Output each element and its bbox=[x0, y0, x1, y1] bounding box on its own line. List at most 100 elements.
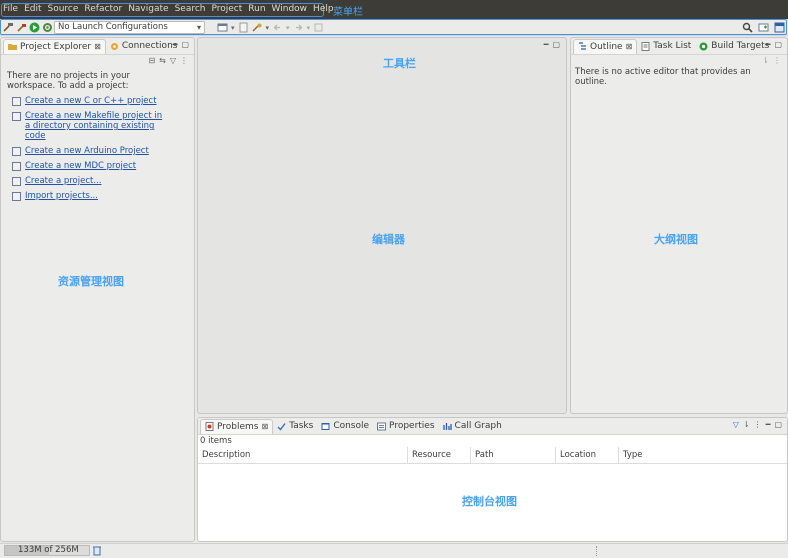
chevron-down-icon[interactable]: ▾ bbox=[286, 24, 290, 32]
menu-source[interactable]: Source bbox=[48, 4, 79, 14]
outline-icon bbox=[579, 42, 586, 50]
maximize-icon[interactable]: ▢ bbox=[774, 40, 782, 49]
editor-annotation: 编辑器 bbox=[372, 233, 405, 246]
minimize-icon[interactable]: ━ bbox=[544, 40, 549, 49]
maximize-icon[interactable]: ▢ bbox=[552, 40, 560, 49]
search-icon[interactable] bbox=[742, 22, 753, 33]
c-cpp-perspective-icon[interactable] bbox=[774, 22, 785, 33]
problems-icon bbox=[205, 422, 214, 431]
menubar-annotation: 菜单栏 bbox=[333, 7, 363, 18]
tab-task-list[interactable]: Task List bbox=[637, 39, 695, 54]
list-item: Create a new MDC project bbox=[7, 161, 188, 171]
menu-help[interactable]: Help bbox=[313, 4, 334, 14]
column-location[interactable]: Location bbox=[556, 447, 619, 463]
chevron-down-icon[interactable]: ▾ bbox=[231, 24, 235, 32]
call-graph-icon bbox=[442, 422, 452, 430]
create-makefile-project-link[interactable]: Create a new Makefile project in a direc… bbox=[25, 111, 165, 141]
view-menu-icon[interactable]: ⋮ bbox=[754, 420, 762, 429]
heap-status-label: 133M of 256M bbox=[18, 545, 79, 555]
menu-edit[interactable]: Edit bbox=[24, 4, 41, 14]
tab-properties[interactable]: Properties bbox=[373, 419, 438, 434]
trash-icon[interactable] bbox=[93, 545, 101, 556]
tab-connections[interactable]: Connections bbox=[106, 39, 182, 54]
run-icon[interactable] bbox=[29, 22, 40, 33]
menu-run[interactable]: Run bbox=[248, 4, 265, 14]
create-arduino-project-link[interactable]: Create a new Arduino Project bbox=[25, 146, 149, 156]
c-project-icon bbox=[12, 97, 21, 106]
properties-icon bbox=[377, 422, 387, 430]
menu-items: File Edit Source Refactor Navigate Searc… bbox=[3, 4, 334, 14]
launch-configuration-select[interactable]: No Launch Configurations ▾ bbox=[54, 21, 205, 34]
problems-panel: Problems ⊠ Tasks Console Properties Call… bbox=[197, 417, 788, 542]
debug-settings-icon[interactable] bbox=[42, 22, 53, 33]
filter-icon[interactable]: ▽ bbox=[170, 56, 176, 65]
filter-icon[interactable]: ▽ bbox=[733, 420, 739, 429]
close-icon[interactable]: ⊠ bbox=[261, 422, 268, 431]
tab-outline[interactable]: Outline ⊠ bbox=[573, 38, 638, 54]
new-project-icon bbox=[12, 177, 21, 186]
forward-arrow-icon[interactable] bbox=[293, 22, 304, 33]
project-explorer-panel: Project Explorer ⊠ Connections ━ ▢ ⊟ ⇆ ▽… bbox=[0, 37, 195, 542]
maximize-icon[interactable]: ▢ bbox=[774, 420, 782, 429]
tab-project-explorer-label: Project Explorer bbox=[20, 41, 92, 52]
folder-icon bbox=[8, 44, 17, 50]
menu-project[interactable]: Project bbox=[211, 4, 242, 14]
outline-toolbar: ⇂ ⋮ bbox=[571, 55, 787, 67]
open-type-icon[interactable] bbox=[251, 22, 263, 33]
collapse-all-icon[interactable]: ⊟ bbox=[148, 56, 155, 65]
create-mdc-project-link[interactable]: Create a new MDC project bbox=[25, 161, 136, 171]
menu-navigate[interactable]: Navigate bbox=[128, 4, 168, 14]
tab-tasks[interactable]: Tasks bbox=[273, 419, 317, 434]
connections-icon bbox=[110, 42, 118, 50]
minimize-icon[interactable]: ━ bbox=[766, 40, 771, 49]
open-perspective-icon[interactable] bbox=[758, 22, 769, 33]
link-editor-icon[interactable]: ⇆ bbox=[159, 56, 166, 65]
list-item: Create a new C or C++ project bbox=[7, 96, 188, 106]
menu-search[interactable]: Search bbox=[175, 4, 206, 14]
console-annotation: 控制台视图 bbox=[462, 495, 517, 508]
maximize-icon[interactable]: ▢ bbox=[181, 40, 189, 49]
tab-build-targets[interactable]: Build Targets bbox=[695, 39, 773, 54]
chevron-down-icon[interactable]: ▾ bbox=[307, 24, 311, 32]
outline-panel: Outline ⊠ Task List Build Targets ━ ▢ ⇂ … bbox=[570, 37, 788, 414]
sort-icon[interactable]: ⇂ bbox=[762, 56, 769, 65]
focus-icon[interactable]: ⇂ bbox=[743, 420, 750, 429]
create-c-project-link[interactable]: Create a new C or C++ project bbox=[25, 96, 157, 106]
build-hammer-icon[interactable] bbox=[3, 22, 14, 33]
menu-file[interactable]: File bbox=[3, 4, 18, 14]
menu-window[interactable]: Window bbox=[272, 4, 308, 14]
close-icon[interactable]: ⊠ bbox=[94, 42, 101, 51]
list-item: Create a new Makefile project in a direc… bbox=[7, 111, 188, 141]
new-file-icon[interactable] bbox=[238, 22, 249, 33]
tasks-icon bbox=[277, 422, 286, 431]
tab-project-explorer[interactable]: Project Explorer ⊠ bbox=[3, 38, 106, 54]
column-description[interactable]: Description bbox=[198, 447, 408, 463]
view-menu-icon[interactable]: ⋮ bbox=[180, 56, 188, 65]
column-resource[interactable]: Resource bbox=[408, 447, 471, 463]
tab-call-graph[interactable]: Call Graph bbox=[439, 419, 506, 434]
create-project-link[interactable]: Create a project... bbox=[25, 176, 101, 186]
toolbar-right-group bbox=[742, 22, 785, 33]
build-config-icon[interactable] bbox=[16, 22, 27, 33]
back-arrow-icon[interactable] bbox=[272, 22, 283, 33]
import-projects-link[interactable]: Import projects... bbox=[25, 191, 98, 201]
tab-console[interactable]: Console bbox=[317, 419, 373, 434]
chevron-down-icon[interactable]: ▾ bbox=[266, 24, 270, 32]
tab-connections-label: Connections bbox=[121, 41, 178, 51]
close-icon[interactable]: ⊠ bbox=[626, 42, 633, 51]
view-menu-icon[interactable]: ⋮ bbox=[773, 56, 781, 65]
status-bar bbox=[0, 543, 788, 558]
menu-refactor[interactable]: Refactor bbox=[84, 4, 122, 14]
pin-editor-icon[interactable] bbox=[313, 22, 324, 33]
launch-configuration-value: No Launch Configurations bbox=[58, 22, 168, 32]
new-window-icon[interactable] bbox=[217, 22, 228, 33]
makefile-project-icon bbox=[12, 112, 21, 121]
outline-annotation: 大纲视图 bbox=[654, 233, 698, 246]
column-path[interactable]: Path bbox=[471, 447, 556, 463]
tab-problems[interactable]: Problems ⊠ bbox=[200, 418, 274, 434]
tab-console-label: Console bbox=[333, 421, 370, 431]
list-item: Create a new Arduino Project bbox=[7, 146, 188, 156]
column-type[interactable]: Type bbox=[619, 447, 679, 463]
minimize-icon[interactable]: ━ bbox=[766, 420, 771, 429]
minimize-icon[interactable]: ━ bbox=[173, 40, 178, 49]
